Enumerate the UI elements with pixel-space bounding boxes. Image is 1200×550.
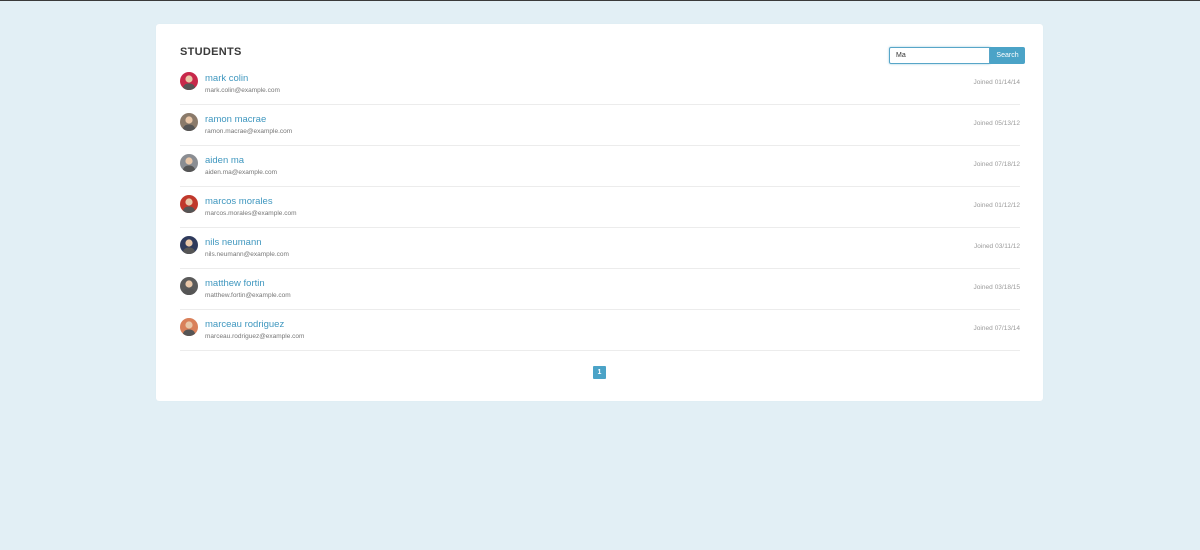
joined-date: Joined 05/13/12 — [974, 120, 1020, 128]
joined-value: 07/18/12 — [994, 161, 1020, 168]
student-name-link[interactable]: marcos morales — [205, 196, 273, 208]
joined-date: Joined 07/13/14 — [974, 325, 1020, 333]
student-email: ramon.macrae@example.com — [205, 128, 293, 135]
joined-value: 07/13/14 — [994, 325, 1020, 332]
joined-value: 03/11/12 — [995, 243, 1020, 250]
joined-label: Joined — [974, 243, 994, 250]
students-panel: STUDENTS Search mark colin mark.colin@ex… — [156, 24, 1043, 401]
search-button[interactable]: Search — [990, 47, 1025, 64]
student-email: marcos.morales@example.com — [205, 210, 297, 217]
joined-label: Joined — [973, 120, 993, 127]
list-item: ramon macrae ramon.macrae@example.com Jo… — [180, 105, 1020, 146]
student-name-link[interactable]: marceau rodriguez — [205, 319, 284, 331]
avatar[interactable] — [180, 154, 198, 172]
student-email: matthew.fortin@example.com — [205, 292, 291, 299]
page-title: STUDENTS — [180, 46, 242, 58]
student-list: mark colin mark.colin@example.com Joined… — [180, 64, 1020, 351]
joined-date: Joined 01/14/14 — [974, 79, 1020, 87]
user-avatar-icon — [180, 236, 198, 254]
student-name-link[interactable]: matthew fortin — [205, 278, 265, 290]
student-name-link[interactable]: aiden ma — [205, 155, 244, 167]
user-avatar-icon — [180, 318, 198, 336]
user-avatar-icon — [180, 195, 198, 213]
student-name-link[interactable]: nils neumann — [205, 237, 262, 249]
joined-label: Joined — [973, 79, 993, 86]
page-button-current[interactable]: 1 — [593, 366, 606, 379]
top-border — [0, 0, 1200, 1]
pagination: 1 — [593, 366, 606, 379]
user-avatar-icon — [180, 277, 198, 295]
joined-date: Joined 03/18/15 — [974, 284, 1020, 292]
list-item: mark colin mark.colin@example.com Joined… — [180, 64, 1020, 105]
avatar[interactable] — [180, 195, 198, 213]
student-email: marceau.rodriguez@example.com — [205, 333, 305, 340]
student-name-link[interactable]: ramon macrae — [205, 114, 266, 126]
joined-value: 05/13/12 — [994, 120, 1020, 127]
user-avatar-icon — [180, 72, 198, 90]
user-avatar-icon — [180, 113, 198, 131]
joined-value: 01/14/14 — [994, 79, 1020, 86]
list-item: aiden ma aiden.ma@example.com Joined 07/1… — [180, 146, 1020, 187]
joined-label: Joined — [973, 161, 993, 168]
avatar[interactable] — [180, 72, 198, 90]
search-input[interactable] — [889, 47, 990, 64]
search-form: Search — [889, 47, 1025, 64]
list-item: marcos morales marcos.morales@example.co… — [180, 187, 1020, 228]
student-name-link[interactable]: mark colin — [205, 73, 248, 85]
joined-label: Joined — [973, 325, 993, 332]
student-email: nils.neumann@example.com — [205, 251, 289, 258]
student-email: mark.colin@example.com — [205, 87, 280, 94]
avatar[interactable] — [180, 277, 198, 295]
joined-value: 03/18/15 — [994, 284, 1020, 291]
joined-label: Joined — [973, 284, 993, 291]
avatar[interactable] — [180, 318, 198, 336]
joined-date: Joined 01/12/12 — [974, 202, 1020, 210]
student-email: aiden.ma@example.com — [205, 169, 277, 176]
list-item: matthew fortin matthew.fortin@example.co… — [180, 269, 1020, 310]
joined-date: Joined 07/18/12 — [974, 161, 1020, 169]
avatar[interactable] — [180, 113, 198, 131]
list-item: nils neumann nils.neumann@example.com Jo… — [180, 228, 1020, 269]
avatar[interactable] — [180, 236, 198, 254]
joined-value: 01/12/12 — [994, 202, 1020, 209]
joined-date: Joined 03/11/12 — [974, 243, 1020, 251]
joined-label: Joined — [973, 202, 993, 209]
user-avatar-icon — [180, 154, 198, 172]
list-item: marceau rodriguez marceau.rodriguez@exam… — [180, 310, 1020, 351]
